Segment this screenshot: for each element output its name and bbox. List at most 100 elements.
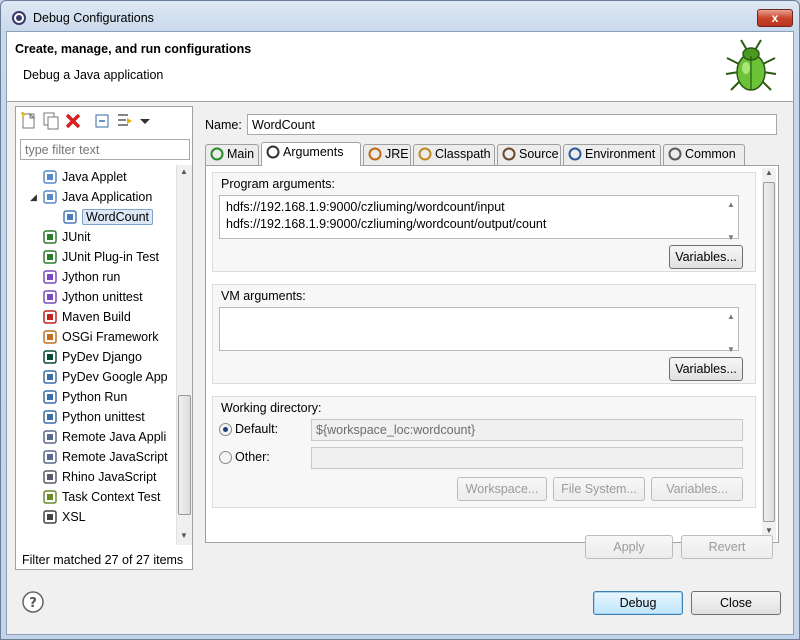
- junit-plugin-icon: [42, 249, 58, 265]
- tab-classpath[interactable]: Classpath: [413, 144, 495, 165]
- arguments-tab-panel: Program arguments: hdfs://192.168.1.9:90…: [205, 165, 779, 543]
- tree-item[interactable]: ◢ Java Application: [30, 187, 152, 207]
- tree-item[interactable]: Python unittest: [42, 407, 145, 427]
- debug-bug-icon: [725, 39, 777, 91]
- osgi-icon: [42, 329, 58, 345]
- default-radio[interactable]: [219, 423, 232, 436]
- tree-scrollbar[interactable]: ▲ ▼: [176, 165, 192, 545]
- configuration-name-field[interactable]: [247, 114, 777, 135]
- common-tab-icon: [668, 147, 682, 161]
- vm-arguments-textarea[interactable]: ▲ ▼: [219, 307, 739, 354]
- scroll-up-arrow-icon[interactable]: ▲: [762, 168, 776, 177]
- new-configuration-icon[interactable]: [20, 112, 38, 130]
- revert-button[interactable]: Revert: [681, 535, 773, 559]
- other-radio[interactable]: [219, 451, 232, 464]
- tree-item-label: OSGi Framework: [62, 330, 159, 344]
- tab-label: Arguments: [283, 145, 344, 159]
- tree-item[interactable]: Python Run: [42, 387, 127, 407]
- scroll-up-arrow-icon[interactable]: ▲: [177, 167, 191, 176]
- classpath-tab-icon: [418, 147, 432, 161]
- program-variables-button[interactable]: Variables...: [669, 245, 743, 269]
- tree-item[interactable]: JUnit Plug-in Test: [42, 247, 159, 267]
- tree-scroll-thumb[interactable]: [178, 395, 191, 515]
- tree-item[interactable]: Task Context Test: [42, 487, 160, 507]
- tab-environment[interactable]: Environment: [563, 144, 661, 165]
- scroll-down-arrow-icon[interactable]: ▼: [177, 531, 191, 540]
- remote-javascript-icon: [42, 449, 58, 465]
- tree-item[interactable]: XSL: [42, 507, 86, 527]
- tree-item-label: Rhino JavaScript: [62, 470, 157, 484]
- window-title: Debug Configurations: [33, 11, 154, 25]
- tree-item-label: Maven Build: [62, 310, 131, 324]
- tab-jre[interactable]: JRE: [363, 144, 411, 165]
- workspace-button[interactable]: Workspace...: [457, 477, 547, 501]
- scroll-down-arrow-icon[interactable]: ▼: [762, 526, 776, 535]
- tree-item-label: Task Context Test: [62, 490, 161, 504]
- textarea-scrollbar[interactable]: ▲ ▼: [724, 196, 738, 242]
- vm-variables-button[interactable]: Variables...: [669, 357, 743, 381]
- tree-item[interactable]: Rhino JavaScript: [42, 467, 157, 487]
- header-subtitle: Debug a Java application: [23, 68, 164, 82]
- tab-main[interactable]: Main: [205, 144, 259, 165]
- tree-item-label: JUnit: [62, 230, 91, 244]
- tree-item-label: Remote JavaScript: [62, 450, 168, 464]
- chevron-down-icon[interactable]: [136, 112, 154, 130]
- python-unittest-icon: [42, 409, 58, 425]
- default-directory-field: ${workspace_loc:wordcount}: [311, 419, 743, 441]
- duplicate-icon[interactable]: [42, 112, 60, 130]
- tree-item[interactable]: Java Applet: [42, 167, 127, 187]
- arguments-scrollbar[interactable]: ▲ ▼: [762, 168, 776, 540]
- help-icon[interactable]: ?: [21, 590, 45, 614]
- tab-label: Common: [685, 147, 736, 161]
- title-bar[interactable]: Debug Configurations x: [1, 1, 799, 31]
- tree-item-label: Python Run: [62, 390, 128, 404]
- program-arguments-textarea[interactable]: hdfs://192.168.1.9:9000/czliuming/wordco…: [219, 195, 739, 242]
- working-directory-group: Working directory: Default: ${workspace_…: [212, 396, 756, 508]
- tree-item-label: Jython unittest: [62, 290, 143, 304]
- filter-icon[interactable]: [116, 112, 134, 130]
- filter-status: Filter matched 27 of 27 items: [22, 553, 184, 567]
- tab-label: Main: [227, 147, 255, 161]
- window-close-button[interactable]: x: [757, 9, 793, 27]
- filter-input[interactable]: [20, 139, 190, 160]
- tree-item[interactable]: PyDev Google App: [42, 367, 168, 387]
- tree-item[interactable]: Remote Java Appli: [42, 427, 166, 447]
- default-label: Default:: [235, 422, 279, 436]
- tree-item[interactable]: WordCount: [62, 207, 153, 227]
- tab-source[interactable]: Source: [497, 144, 561, 165]
- tree-item[interactable]: OSGi Framework: [42, 327, 159, 347]
- tab-common[interactable]: Common: [663, 144, 745, 165]
- tree-item-label: XSL: [62, 510, 86, 524]
- tree-item[interactable]: JUnit: [42, 227, 90, 247]
- working-dir-variables-button[interactable]: Variables...: [651, 477, 743, 501]
- tab-label: Environment: [585, 147, 656, 161]
- xsl-icon: [42, 509, 58, 525]
- arguments-tab-icon: [266, 145, 280, 159]
- expand-triangle-icon[interactable]: ◢: [30, 187, 37, 207]
- tab-label: Classpath: [435, 147, 491, 161]
- editor-tabs: Main Arguments JRE Classpath Source Environme…: [205, 142, 779, 166]
- textarea-scrollbar[interactable]: ▲ ▼: [724, 308, 738, 354]
- working-directory-label: Working directory:: [221, 401, 322, 415]
- tree-item[interactable]: Jython unittest: [42, 287, 143, 307]
- django-icon: [42, 349, 58, 365]
- arguments-scroll-thumb[interactable]: [763, 182, 775, 522]
- tab-label: Source: [519, 147, 559, 161]
- tree-item[interactable]: Remote JavaScript: [42, 447, 168, 467]
- name-label: Name:: [205, 118, 242, 132]
- tree-item[interactable]: Jython run: [42, 267, 120, 287]
- debug-button[interactable]: Debug: [593, 591, 683, 615]
- tree-item-label: Jython run: [62, 270, 121, 284]
- close-button[interactable]: Close: [691, 591, 781, 615]
- tab-arguments[interactable]: Arguments: [261, 142, 361, 166]
- tree-item[interactable]: Maven Build: [42, 307, 131, 327]
- file-system-button[interactable]: File System...: [553, 477, 645, 501]
- tree-item[interactable]: PyDev Django: [42, 347, 142, 367]
- program-argument-line: hdfs://192.168.1.9:9000/czliuming/wordco…: [226, 200, 505, 214]
- tab-label: JRE: [385, 147, 409, 161]
- eclipse-icon: [12, 11, 26, 25]
- apply-button[interactable]: Apply: [585, 535, 673, 559]
- delete-icon[interactable]: [64, 112, 82, 130]
- java-application-icon: [42, 189, 58, 205]
- collapse-all-icon[interactable]: [94, 112, 112, 130]
